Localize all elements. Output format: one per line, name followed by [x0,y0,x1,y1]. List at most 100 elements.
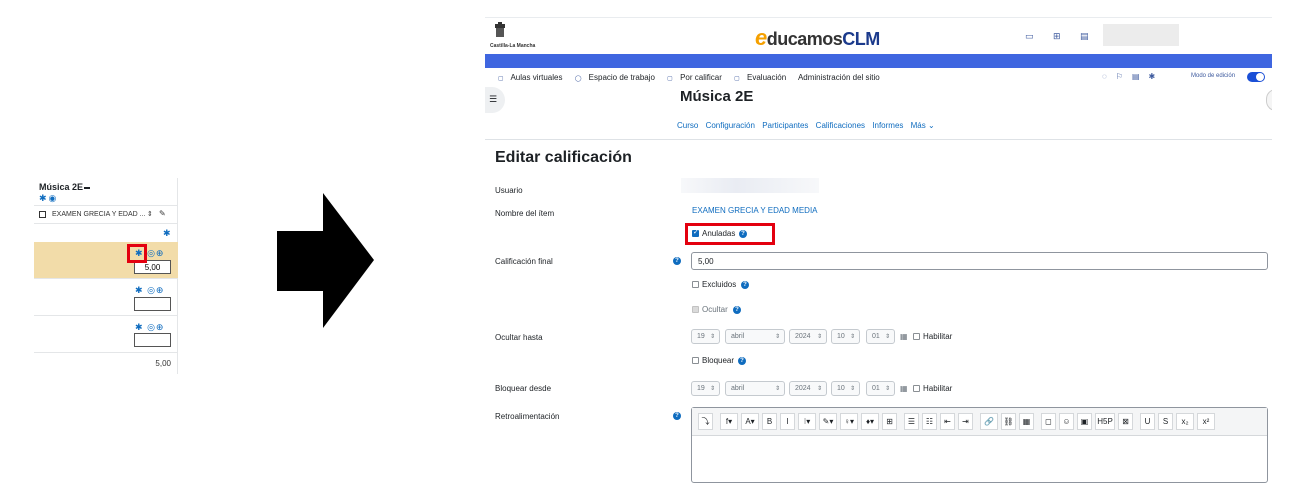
tab-curso[interactable]: Curso [677,121,698,130]
year-select[interactable]: 2024 ⇕ [789,329,827,344]
nav-item-administracion[interactable]: Administración del sitio [798,73,885,82]
monitor-icon[interactable]: ▭ [1025,31,1034,42]
toolbar-h5p-button[interactable]: H5P [1095,413,1115,430]
mini-item-name[interactable]: EXAMEN GRECIA Y EDAD ... [52,211,146,218]
toolbar-smiley-button[interactable]: ☺ [1059,413,1074,430]
toolbar-highlight-button[interactable]: ✎▾ [819,413,837,430]
tab-mas[interactable]: Más ⌄ [911,121,935,130]
gear-icon[interactable]: ✱ [163,228,171,239]
toolbar-table-button[interactable]: ⊞ [882,413,897,430]
month-select[interactable]: abril ⇕ [725,381,785,396]
toolbar-font-family-button[interactable]: f▾ [720,413,738,430]
nav-item-evaluacion[interactable]: ▢ Evaluación [734,73,791,82]
message-icon[interactable]: ▤ [1132,72,1149,81]
day-select[interactable]: 19 ⇕ [691,381,720,396]
collapse-icon[interactable] [84,186,91,189]
calendar-icon[interactable]: ▦ [900,384,908,393]
hide-eye-icon[interactable]: ◎ [147,248,156,258]
right-drawer-handle[interactable] [1266,89,1272,111]
excluded-checkbox[interactable] [692,281,699,288]
sort-icon[interactable]: ⇕ [147,210,153,218]
locked-after-enable-checkbox[interactable] [913,385,920,392]
locked-checkbox[interactable] [692,357,699,364]
hour-value: 10 [837,385,845,392]
toolbar-paragraph-button[interactable]: ⁝▾ [798,413,816,430]
toolbar-underline-button[interactable]: U [1140,413,1155,430]
feedback-editor[interactable]: ⤵ f▾ A▾ B I ⁝▾ ✎▾ ♀▾ ♦▾ ⊞ ☰ ☷ ⇤ ⇥ 🔗 ⛓ ▦ ◻ ☺ ▣ H5P ⊠ U Sx₂ x² [691,407,1268,483]
toolbar-drop-button[interactable]: ♦▾ [861,413,879,430]
toolbar-indent-button[interactable]: ⇥ [958,413,973,430]
toolbar-emoji-button[interactable]: ♀▾ [840,413,858,430]
year-value: 2024 [795,385,811,392]
toolbar-fullscreen-button[interactable]: ⊠ [1118,413,1133,430]
toolbar-link-button[interactable]: 🔗 [980,413,998,430]
toolbar-collapse-button[interactable]: ⤵ [698,413,713,430]
eye-icon[interactable]: ◉ [49,193,59,203]
gear-icon[interactable]: ✱ [39,193,49,203]
hide-checkbox[interactable] [692,306,699,313]
toolbar-strike-button[interactable]: S [1158,413,1173,430]
final-grade-input[interactable] [691,252,1268,270]
toolbar-subscript-button[interactable]: x₂ [1176,413,1194,430]
zoom-icon[interactable]: ⊕ [156,285,165,295]
hour-select[interactable]: 10 ⇕ [831,381,860,396]
bell-icon[interactable]: ◌ [1102,72,1116,81]
help-icon[interactable]: ? [673,412,681,420]
hide-eye-icon[interactable]: ◎ [147,322,156,332]
item-name-link[interactable]: EXAMEN GRECIA Y EDAD MEDIA [692,206,818,215]
pencil-icon[interactable]: ✎ [159,209,166,218]
tab-participantes[interactable]: Participantes [762,121,808,130]
toolbar-superscript-button[interactable]: x² [1197,413,1215,430]
nav-item-por-calificar[interactable]: ▢ Por calificar [667,73,727,82]
chat-icon[interactable]: ▤ [1080,31,1089,42]
calendar-icon[interactable]: ▦ [900,332,908,341]
zoom-icon[interactable]: ⊕ [156,322,165,332]
nav-right-icons: ◌⚐▤✱ [1102,72,1164,81]
toolbar-font-color-button[interactable]: A▾ [741,413,759,430]
help-icon[interactable]: ? [673,257,681,265]
tab-configuracion[interactable]: Configuración [706,121,755,130]
user-menu[interactable] [1103,24,1179,46]
zoom-icon[interactable]: ⊕ [156,248,165,258]
divider [485,139,1272,140]
year-select[interactable]: 2024 ⇕ [789,381,827,396]
flag-icon[interactable]: ⚐ [1116,72,1132,81]
toolbar-media-button[interactable]: ▦ [1019,413,1034,430]
toolbar-numbered-list-button[interactable]: ☷ [922,413,937,430]
apps-grid-icon[interactable]: ⊞ [1053,31,1061,42]
minute-select[interactable]: 01 ⇕ [866,381,895,396]
hide-eye-icon[interactable]: ◎ [147,285,156,295]
nav-item-espacio[interactable]: ◯ Espacio de trabajo [575,73,660,82]
nav-item-aulas[interactable]: ▢ Aulas virtuales [498,73,567,82]
help-icon[interactable]: ? [741,281,749,289]
crest-logo-icon [495,22,505,37]
help-icon[interactable]: ? [733,306,741,314]
toolbar-outdent-button[interactable]: ⇤ [940,413,955,430]
tab-informes[interactable]: Informes [872,121,903,130]
gear-icon[interactable]: ✱ [135,322,144,332]
grade-input[interactable] [134,333,171,347]
brand-logo[interactable]: educamosCLM [755,25,880,51]
month-select[interactable]: abril ⇕ [725,329,785,344]
moodle-screenshot: Castilla-La Mancha educamosCLM ▭ ⊞ ▤ ▢ A… [485,17,1272,483]
course-index-drawer[interactable]: ☰ [485,87,505,113]
toolbar-italic-button[interactable]: I [780,413,795,430]
toolbar-unlink-button[interactable]: ⛓ [1001,413,1016,430]
hidden-until-enable-checkbox[interactable] [913,333,920,340]
mini-item-header: EXAMEN GRECIA Y EDAD ... ⇕ ✎ [34,205,178,224]
stepper-icon: ⇕ [709,386,715,392]
toolbar-bullet-list-button[interactable]: ☰ [904,413,919,430]
hour-select[interactable]: 10 ⇕ [831,329,860,344]
toolbar-image-button[interactable]: ▣ [1077,413,1092,430]
toolbar-bold-button[interactable]: B [762,413,777,430]
tab-calificaciones[interactable]: Calificaciones [816,121,865,130]
minute-select[interactable]: 01 ⇕ [866,329,895,344]
help-icon[interactable]: ? [738,357,746,365]
settings-icon[interactable]: ✱ [1149,72,1165,81]
gear-icon[interactable]: ✱ [135,285,144,295]
day-select[interactable]: 19 ⇕ [691,329,720,344]
stepper-icon: ⇕ [774,386,780,392]
grade-input[interactable] [134,297,171,311]
edit-mode-toggle[interactable] [1247,72,1265,82]
toolbar-widget-button[interactable]: ◻ [1041,413,1056,430]
